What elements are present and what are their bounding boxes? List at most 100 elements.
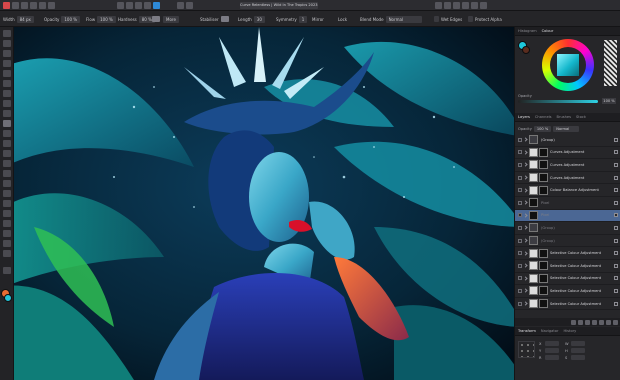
layer-visibility-toggle[interactable]: [614, 188, 618, 193]
anchor-grid[interactable]: [518, 341, 535, 358]
layer-row[interactable]: (Group): [515, 134, 620, 147]
colour-opacity-slider[interactable]: [518, 100, 598, 103]
node-tool-icon[interactable]: [3, 230, 11, 237]
selection-mode-icon-2[interactable]: [186, 1, 193, 9]
length-control[interactable]: Length 30: [238, 15, 265, 23]
layer-select-checkbox[interactable]: [518, 175, 522, 180]
blend-mode-select[interactable]: Normal: [385, 15, 422, 23]
layer-visibility-toggle[interactable]: [614, 137, 618, 142]
mirror-icon[interactable]: [471, 1, 478, 9]
layer-row[interactable]: Pixel: [515, 209, 620, 223]
expand-chevron-icon[interactable]: [523, 288, 528, 294]
layer-row[interactable]: Curves Adjustment: [515, 147, 620, 160]
arrange-icon[interactable]: [444, 1, 451, 9]
move-tool-icon[interactable]: [3, 30, 11, 37]
layer-visibility-toggle[interactable]: [614, 213, 618, 218]
colour-opacity-value[interactable]: 100 %: [602, 98, 616, 104]
zoom-tool-icon[interactable]: [3, 267, 11, 274]
layer-row[interactable]: Selective Colour Adjustment: [515, 273, 620, 286]
mask-icon[interactable]: [453, 1, 460, 9]
layer-row[interactable]: (Group): [515, 222, 620, 235]
secondary-colour-chip[interactable]: [4, 294, 12, 302]
flip-icon[interactable]: [480, 1, 487, 9]
auto-contrast-icon[interactable]: [135, 1, 142, 9]
tab-histogram[interactable]: Histogram: [518, 29, 537, 33]
protect-alpha-checkbox[interactable]: [468, 16, 473, 22]
stabiliser-checkbox[interactable]: [220, 16, 229, 22]
paint-brush-icon[interactable]: [3, 120, 11, 127]
layer-select-checkbox[interactable]: [518, 301, 522, 306]
blemish-icon[interactable]: [3, 160, 11, 167]
more-button[interactable]: More: [163, 15, 179, 23]
tab-stock[interactable]: Stock: [576, 115, 586, 119]
selection-brush-icon[interactable]: [3, 60, 11, 67]
fill-tool-icon[interactable]: [3, 110, 11, 117]
expand-chevron-icon[interactable]: [523, 225, 528, 231]
flood-select-icon[interactable]: [3, 70, 11, 77]
new-layer-icon[interactable]: [606, 319, 611, 325]
quick-mask-icon[interactable]: [462, 1, 469, 9]
width-field[interactable]: 84 px: [16, 15, 34, 23]
tab-colour[interactable]: Colour: [542, 29, 554, 33]
sharpen-brush-icon[interactable]: [3, 190, 11, 197]
layer-visibility-toggle[interactable]: [614, 175, 618, 180]
auto-levels-icon[interactable]: [126, 1, 133, 9]
layer-row[interactable]: Selective Colour Adjustment: [515, 247, 620, 260]
layer-blend-select[interactable]: Normal: [553, 126, 580, 132]
colour-wheel[interactable]: [542, 39, 594, 91]
layer-select-checkbox[interactable]: [518, 188, 522, 193]
clone-brush-icon[interactable]: [3, 150, 11, 157]
expand-chevron-icon[interactable]: [523, 263, 528, 268]
selection-mode-icon[interactable]: [177, 1, 184, 9]
persona-develop-icon[interactable]: [30, 1, 37, 9]
layer-select-checkbox[interactable]: [518, 238, 522, 243]
layer-row[interactable]: Pixel: [515, 197, 620, 210]
layer-row[interactable]: (Group): [515, 235, 620, 248]
layer-opacity-icon[interactable]: [571, 319, 576, 325]
expand-chevron-icon[interactable]: [523, 200, 528, 205]
expand-chevron-icon[interactable]: [523, 213, 528, 218]
document-title[interactable]: Curve Relentless | Wild In The Tropics 2…: [240, 2, 318, 9]
adjustment-icon[interactable]: [585, 319, 590, 325]
shape-tool-icon[interactable]: [3, 240, 11, 247]
live-filter-icon[interactable]: [592, 319, 597, 325]
layer-select-checkbox[interactable]: [518, 200, 522, 205]
app-logo-icon[interactable]: [3, 1, 10, 9]
layer-mask-icon[interactable]: [578, 319, 583, 325]
x-field[interactable]: [545, 341, 559, 346]
flow-field[interactable]: 100 %: [97, 15, 116, 23]
layer-visibility-toggle[interactable]: [614, 263, 618, 268]
layer-row[interactable]: Curves Adjustment: [515, 159, 620, 172]
layer-select-checkbox[interactable]: [518, 288, 522, 293]
width-control[interactable]: Width 84 px: [3, 15, 34, 23]
smudge-icon[interactable]: [3, 170, 11, 177]
layer-visibility-toggle[interactable]: [614, 288, 618, 293]
view-tool-icon[interactable]: [3, 40, 11, 47]
expand-chevron-icon[interactable]: [523, 276, 528, 281]
layer-select-checkbox[interactable]: [518, 162, 522, 167]
opacity-control[interactable]: Opacity 100 %: [44, 15, 81, 23]
layer-visibility-toggle[interactable]: [614, 251, 618, 256]
layer-select-checkbox[interactable]: [518, 276, 522, 281]
marquee-icon[interactable]: [3, 80, 11, 87]
expand-chevron-icon[interactable]: [523, 301, 528, 306]
layer-select-checkbox[interactable]: [518, 137, 522, 142]
layer-visibility-toggle[interactable]: [614, 301, 618, 306]
layer-select-checkbox[interactable]: [518, 225, 522, 230]
pen-tool-icon[interactable]: [3, 220, 11, 227]
red-eye-icon[interactable]: [3, 200, 11, 207]
s-field[interactable]: [571, 355, 585, 360]
colour-swatch-strip[interactable]: [604, 40, 617, 86]
persona-tone-map-icon[interactable]: [39, 1, 46, 9]
layer-select-checkbox[interactable]: [518, 263, 522, 268]
r-field[interactable]: [545, 355, 559, 360]
brush-preview[interactable]: More: [150, 15, 179, 23]
wet-edges-checkbox[interactable]: [434, 16, 439, 22]
persona-liquify-icon[interactable]: [21, 1, 28, 9]
freehand-select-icon[interactable]: [3, 90, 11, 97]
layer-select-checkbox[interactable]: [518, 150, 522, 155]
expand-chevron-icon[interactable]: [523, 251, 528, 256]
delete-layer-icon[interactable]: [613, 319, 618, 325]
symmetry-control[interactable]: Symmetry 1: [276, 15, 308, 23]
tab-channels[interactable]: Channels: [535, 115, 552, 119]
